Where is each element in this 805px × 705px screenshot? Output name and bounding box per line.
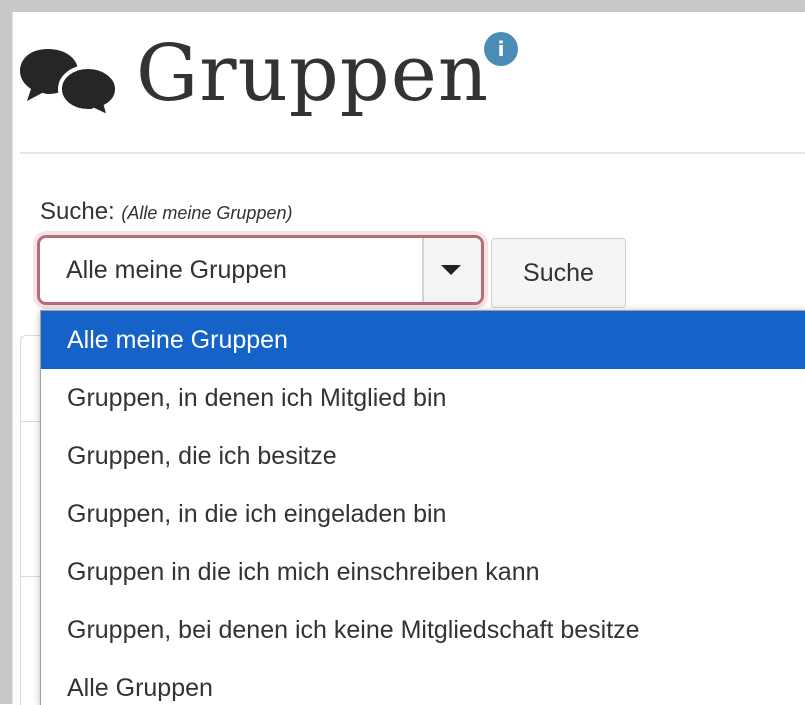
group-filter-dropdown: Alle meine Gruppen Gruppen, in denen ich… (40, 310, 805, 705)
search-label-hint: (Alle meine Gruppen) (121, 203, 293, 223)
search-button[interactable]: Suche (491, 238, 626, 308)
dropdown-option-member[interactable]: Gruppen, in denen ich Mitglied bin (41, 369, 805, 427)
search-label-text: Suche: (40, 198, 115, 225)
select-toggle[interactable] (422, 238, 481, 302)
dropdown-option-all-my-groups[interactable]: Alle meine Gruppen (41, 311, 805, 369)
dropdown-option-all-groups[interactable]: Alle Gruppen (41, 659, 805, 705)
header-divider (20, 152, 805, 154)
dropdown-option-joinable[interactable]: Gruppen in die ich mich einschreiben kan… (41, 543, 805, 601)
page-header: Gruppen (18, 28, 489, 128)
dropdown-option-owned[interactable]: Gruppen, die ich besitze (41, 427, 805, 485)
dropdown-option-not-member[interactable]: Gruppen, bei denen ich keine Mitgliedsch… (41, 601, 805, 659)
info-icon[interactable]: i (484, 32, 518, 66)
caret-down-icon (441, 265, 461, 275)
page-title: Gruppen (136, 29, 490, 119)
dropdown-option-invited[interactable]: Gruppen, in die ich eingeladen bin (41, 485, 805, 543)
comments-icon (20, 49, 120, 113)
search-label: Suche: (Alle meine Gruppen) (40, 197, 292, 228)
frame-inner-border (12, 12, 13, 704)
group-filter-selected-value: Alle meine Gruppen (66, 256, 287, 284)
group-filter-select[interactable]: Alle meine Gruppen (37, 235, 484, 305)
